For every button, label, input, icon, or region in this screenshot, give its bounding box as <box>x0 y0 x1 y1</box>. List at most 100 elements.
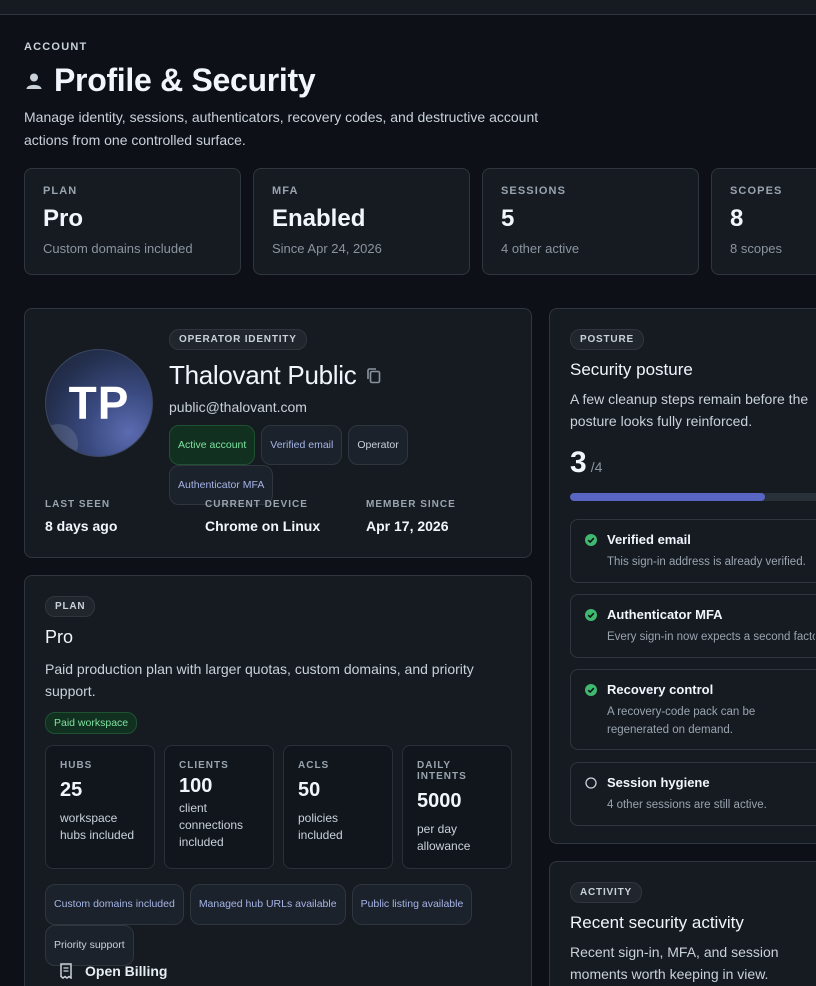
check-session-hygiene: Session hygiene 4 other sessions are sti… <box>570 762 816 826</box>
posture-description: A few cleanup steps remain before the po… <box>570 391 809 429</box>
quota-label: DAILY INTENTS <box>417 760 467 782</box>
feature-tag: Custom domains included <box>45 884 184 925</box>
feature-tag: Public listing available <box>351 884 473 925</box>
check-description: A recovery-code pack can be regenerated … <box>607 706 756 736</box>
email-address: public@thalovant.com <box>169 399 307 415</box>
meta-value: Apr 17, 2026 <box>366 518 449 534</box>
plan-header: PLAN Pro Paid production plan with large… <box>45 596 515 734</box>
name-row: Thalovant Public <box>169 360 519 391</box>
check-circle-icon <box>585 684 597 696</box>
quota-sub: workspace hubs included <box>60 811 135 842</box>
quota-label: ACLS <box>298 760 330 771</box>
quota-acls: ACLS 50 policies included <box>283 745 393 869</box>
activity-header: ACTIVITY Recent security activity Recent… <box>570 882 816 985</box>
quota-value: 100 <box>179 775 213 797</box>
check-description: Every sign-in now expects a second facto… <box>607 631 815 643</box>
stat-label: MFA <box>272 185 299 197</box>
plan-chip: PLAN <box>45 596 96 617</box>
page-description: Manage identity, sessions, authenticator… <box>24 109 539 148</box>
quota-label: CLIENTS <box>179 760 229 771</box>
posture-progress-bar <box>570 493 816 501</box>
meta-label: LAST SEEN <box>45 499 111 510</box>
stat-value: 8 <box>730 205 744 232</box>
identity-details: OPERATOR IDENTITY Thalovant Public publi… <box>169 329 519 505</box>
check-circle-icon <box>585 609 597 621</box>
check-recovery-control: Recovery control A recovery-code pack ca… <box>570 669 816 750</box>
stat-sub: 4 other active <box>501 241 580 256</box>
stat-value: 5 <box>501 205 515 232</box>
check-circle-icon <box>585 534 597 546</box>
check-verified-email: Verified email This sign-in address is a… <box>570 519 816 583</box>
quota-hubs: HUBS 25 workspace hubs included <box>45 745 155 869</box>
posture-card: POSTURE Security posture A few cleanup s… <box>549 308 816 844</box>
score-total: /4 <box>590 459 603 475</box>
posture-header: POSTURE Security posture A few cleanup s… <box>570 329 816 480</box>
plan-features: Custom domains included Managed hub URLs … <box>45 884 525 966</box>
meta-label: MEMBER SINCE <box>366 499 456 510</box>
page-eyebrow: ACCOUNT <box>24 41 88 53</box>
posture-chip: POSTURE <box>570 329 644 350</box>
check-title: Session hygiene <box>607 775 710 790</box>
stat-label: PLAN <box>43 185 78 197</box>
empty-circle-icon <box>585 777 597 789</box>
activity-chip: ACTIVITY <box>570 882 642 903</box>
stat-card-plan: PLAN Pro Custom domains included <box>24 168 241 275</box>
meta-last-seen: LAST SEEN 8 days ago <box>45 499 117 534</box>
identity-card: TP OPERATOR IDENTITY Thalovant Public pu… <box>24 308 532 558</box>
avatar-initials: TP <box>68 377 130 429</box>
plan-description: Paid production plan with larger quotas,… <box>45 661 474 699</box>
stat-sub: Custom domains included <box>43 241 193 256</box>
activity-description: Recent sign-in, MFA, and session moments… <box>570 944 779 982</box>
stat-card-scopes: SCOPES 8 8 scopes <box>711 168 816 275</box>
stat-value: Pro <box>43 205 84 232</box>
check-authenticator-mfa: Authenticator MFA Every sign-in now expe… <box>570 594 816 658</box>
meta-value: Chrome on Linux <box>205 518 321 534</box>
plan-card: PLAN Pro Paid production plan with large… <box>24 575 532 986</box>
open-billing-button[interactable]: Open Billing <box>59 963 167 979</box>
quota-sub: client connections included <box>179 801 244 849</box>
quota-value: 5000 <box>417 790 462 812</box>
activity-title: Recent security activity <box>570 913 744 932</box>
person-icon <box>26 73 42 89</box>
copy-icon[interactable] <box>366 367 382 385</box>
display-name: Thalovant Public <box>169 360 357 390</box>
avatar: TP <box>45 349 153 457</box>
check-title: Authenticator MFA <box>607 607 723 622</box>
quota-clients: CLIENTS 100 client connections included <box>164 745 274 869</box>
score-value: 3 <box>570 446 587 479</box>
quota-sub: policies included <box>298 811 343 842</box>
feature-tag: Priority support <box>45 925 134 966</box>
title-row: Profile & Security <box>24 62 316 99</box>
role-badge: Operator <box>348 425 408 465</box>
quota-value: 25 <box>60 779 83 801</box>
stat-label: SESSIONS <box>501 185 567 197</box>
plan-badge-row: Paid workspace <box>45 712 515 734</box>
stat-card-sessions: SESSIONS 5 4 other active <box>482 168 699 275</box>
receipt-icon <box>60 963 72 979</box>
stat-sub: Since Apr 24, 2026 <box>272 241 382 256</box>
meta-member-since: MEMBER SINCE Apr 17, 2026 <box>366 499 456 534</box>
feature-tag: Managed hub URLs available <box>189 884 346 925</box>
quota-value: 50 <box>298 779 321 801</box>
activity-card: ACTIVITY Recent security activity Recent… <box>549 861 816 986</box>
check-description: This sign-in address is already verified… <box>607 556 806 568</box>
plan-badge: Paid workspace <box>45 712 138 734</box>
verified-badge: Verified email <box>261 425 343 465</box>
page-title: Profile & Security <box>54 62 316 98</box>
stat-label: SCOPES <box>730 185 783 197</box>
open-billing-label: Open Billing <box>85 963 168 979</box>
quota-daily-intents: DAILY INTENTS 5000 per day allowance <box>402 745 512 869</box>
check-title: Verified email <box>607 532 691 547</box>
meta-value: 8 days ago <box>45 518 118 534</box>
top-bar <box>0 0 816 15</box>
meta-current-device: CURRENT DEVICE Chrome on Linux <box>205 499 320 534</box>
quota-sub: per day allowance <box>417 822 471 853</box>
stat-card-mfa: MFA Enabled Since Apr 24, 2026 <box>253 168 470 275</box>
identity-tags: Active account Verified email Operator Aut… <box>169 425 519 505</box>
quota-label: HUBS <box>60 760 93 771</box>
identity-chip: OPERATOR IDENTITY <box>169 329 307 350</box>
check-description: 4 other sessions are still active. <box>607 799 767 811</box>
meta-label: CURRENT DEVICE <box>205 499 308 510</box>
status-badge: Active account <box>169 425 256 465</box>
check-title: Recovery control <box>607 682 714 697</box>
